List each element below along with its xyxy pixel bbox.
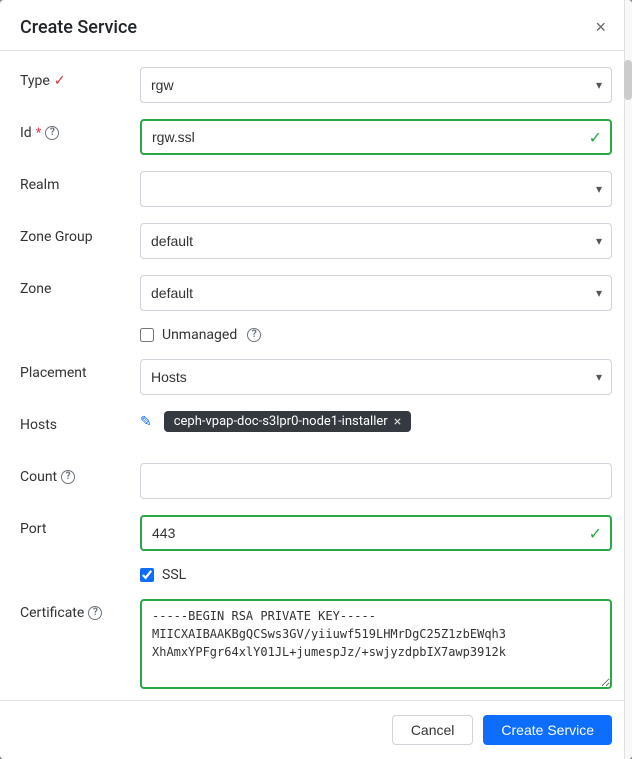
certificate-textarea[interactable]: -----BEGIN RSA PRIVATE KEY----- MIICXAIB… bbox=[140, 599, 612, 689]
count-row: Count ? bbox=[20, 463, 612, 499]
count-input[interactable] bbox=[140, 463, 612, 499]
ssl-label: SSL bbox=[162, 567, 186, 583]
port-input[interactable] bbox=[140, 515, 612, 551]
hosts-tag-label: ceph-vpap-doc-s3lpr0-node1-installer bbox=[174, 414, 388, 429]
zone-group-select[interactable]: default bbox=[140, 223, 612, 259]
placement-label: Placement bbox=[20, 359, 140, 381]
modal-body: Type ✓ rgw ▾ Id bbox=[0, 51, 632, 700]
port-label: Port bbox=[20, 515, 140, 537]
type-control: rgw ▾ bbox=[140, 67, 612, 103]
cancel-button[interactable]: Cancel bbox=[392, 715, 474, 745]
hosts-tag-close-icon[interactable]: × bbox=[394, 415, 401, 429]
type-select-wrap: rgw ▾ bbox=[140, 67, 612, 103]
zone-label: Zone bbox=[20, 275, 140, 297]
create-service-modal: Create Service × Type ✓ rgw bbox=[0, 0, 632, 759]
placement-select-wrap: Hosts ▾ bbox=[140, 359, 612, 395]
zone-group-select-wrap: default ▾ bbox=[140, 223, 612, 259]
unmanaged-help-icon[interactable]: ? bbox=[247, 328, 261, 342]
hosts-control: ✎ ceph-vpap-doc-s3lpr0-node1-installer × bbox=[140, 411, 612, 432]
hosts-row: Hosts ✎ ceph-vpap-doc-s3lpr0-node1-insta… bbox=[20, 411, 612, 447]
ssl-row: SSL bbox=[20, 567, 612, 583]
count-help-icon[interactable]: ? bbox=[61, 470, 75, 484]
port-control: ✓ bbox=[140, 515, 612, 551]
id-label: Id * ? bbox=[20, 119, 140, 141]
close-button[interactable]: × bbox=[589, 16, 612, 38]
placement-control: Hosts ▾ bbox=[140, 359, 612, 395]
zone-group-control: default ▾ bbox=[140, 223, 612, 259]
id-help-icon[interactable]: ? bbox=[45, 126, 59, 140]
unmanaged-checkbox[interactable] bbox=[140, 328, 154, 342]
form-container: Type ✓ rgw ▾ Id bbox=[0, 51, 632, 700]
zone-select-wrap: default ▾ bbox=[140, 275, 612, 311]
modal-title: Create Service bbox=[20, 17, 137, 38]
count-control bbox=[140, 463, 612, 499]
port-row: Port ✓ bbox=[20, 515, 612, 551]
zone-select[interactable]: default bbox=[140, 275, 612, 311]
unmanaged-label: Unmanaged bbox=[162, 327, 237, 343]
hosts-area: ✎ ceph-vpap-doc-s3lpr0-node1-installer × bbox=[140, 411, 411, 432]
hosts-label: Hosts bbox=[20, 411, 140, 433]
realm-label: Realm bbox=[20, 171, 140, 193]
placement-select[interactable]: Hosts bbox=[140, 359, 612, 395]
unmanaged-row: Unmanaged ? bbox=[20, 327, 612, 343]
ssl-checkbox[interactable] bbox=[140, 568, 154, 582]
id-required-star: * bbox=[36, 126, 42, 141]
zone-row: Zone default ▾ bbox=[20, 275, 612, 311]
create-service-button[interactable]: Create Service bbox=[483, 715, 612, 745]
id-input[interactable] bbox=[140, 119, 612, 155]
certificate-help-icon[interactable]: ? bbox=[88, 606, 102, 620]
realm-select[interactable] bbox=[140, 171, 612, 207]
certificate-control: -----BEGIN RSA PRIVATE KEY----- MIICXAIB… bbox=[140, 599, 612, 693]
type-row: Type ✓ rgw ▾ bbox=[20, 67, 612, 103]
certificate-textarea-wrap: -----BEGIN RSA PRIVATE KEY----- MIICXAIB… bbox=[140, 599, 612, 693]
scrollbar-thumb[interactable] bbox=[624, 60, 632, 100]
certificate-row: Certificate ? -----BEGIN RSA PRIVATE KEY… bbox=[20, 599, 612, 693]
zone-group-row: Zone Group default ▾ bbox=[20, 223, 612, 259]
port-input-wrap bbox=[140, 515, 612, 551]
zone-group-label: Zone Group bbox=[20, 223, 140, 245]
placement-row: Placement Hosts ▾ bbox=[20, 359, 612, 395]
realm-select-wrap: ▾ bbox=[140, 171, 612, 207]
zone-control: default ▾ bbox=[140, 275, 612, 311]
certificate-label: Certificate ? bbox=[20, 599, 140, 621]
modal-footer: Cancel Create Service bbox=[0, 700, 632, 759]
modal-header: Create Service × bbox=[0, 0, 632, 51]
id-control: ✓ bbox=[140, 119, 612, 155]
count-label: Count ? bbox=[20, 463, 140, 485]
type-select[interactable]: rgw bbox=[140, 67, 612, 103]
realm-row: Realm ▾ bbox=[20, 171, 612, 207]
id-row: Id * ? ✓ bbox=[20, 119, 612, 155]
hosts-tag: ceph-vpap-doc-s3lpr0-node1-installer × bbox=[164, 411, 411, 432]
type-required-star: ✓ bbox=[54, 73, 66, 89]
type-label: Type ✓ bbox=[20, 67, 140, 89]
realm-control: ▾ bbox=[140, 171, 612, 207]
hosts-edit-icon[interactable]: ✎ bbox=[140, 414, 152, 430]
scrollbar-track bbox=[624, 0, 632, 759]
